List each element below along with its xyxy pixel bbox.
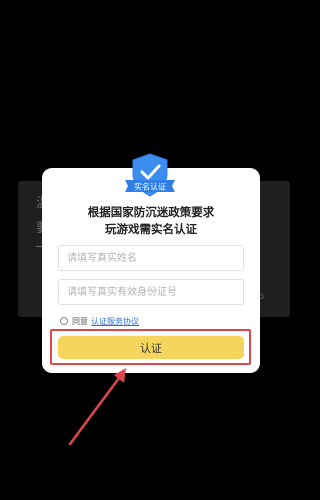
- badge-label: 实名认证: [134, 182, 166, 192]
- verify-button[interactable]: 认证: [58, 336, 244, 359]
- policy-heading: 根据国家防沉迷政策要求: [87, 205, 215, 219]
- annotation-arrow-icon: [68, 368, 126, 446]
- name-input[interactable]: [59, 246, 243, 271]
- service-agreement-link[interactable]: 认证服务协议: [91, 316, 139, 327]
- agree-prefix: 同意: [72, 316, 88, 326]
- id-field: [58, 279, 244, 305]
- name-field: [58, 245, 244, 271]
- agreement-row: 同意 认证服务协议: [60, 315, 139, 327]
- policy-subheading: 玩游戏需实名认证: [105, 222, 197, 236]
- verified-shield-badge: 实名认证: [125, 153, 175, 197]
- id-number-input[interactable]: [59, 280, 243, 305]
- badge-ribbon: 实名认证: [125, 180, 175, 192]
- agree-radio[interactable]: [60, 317, 68, 325]
